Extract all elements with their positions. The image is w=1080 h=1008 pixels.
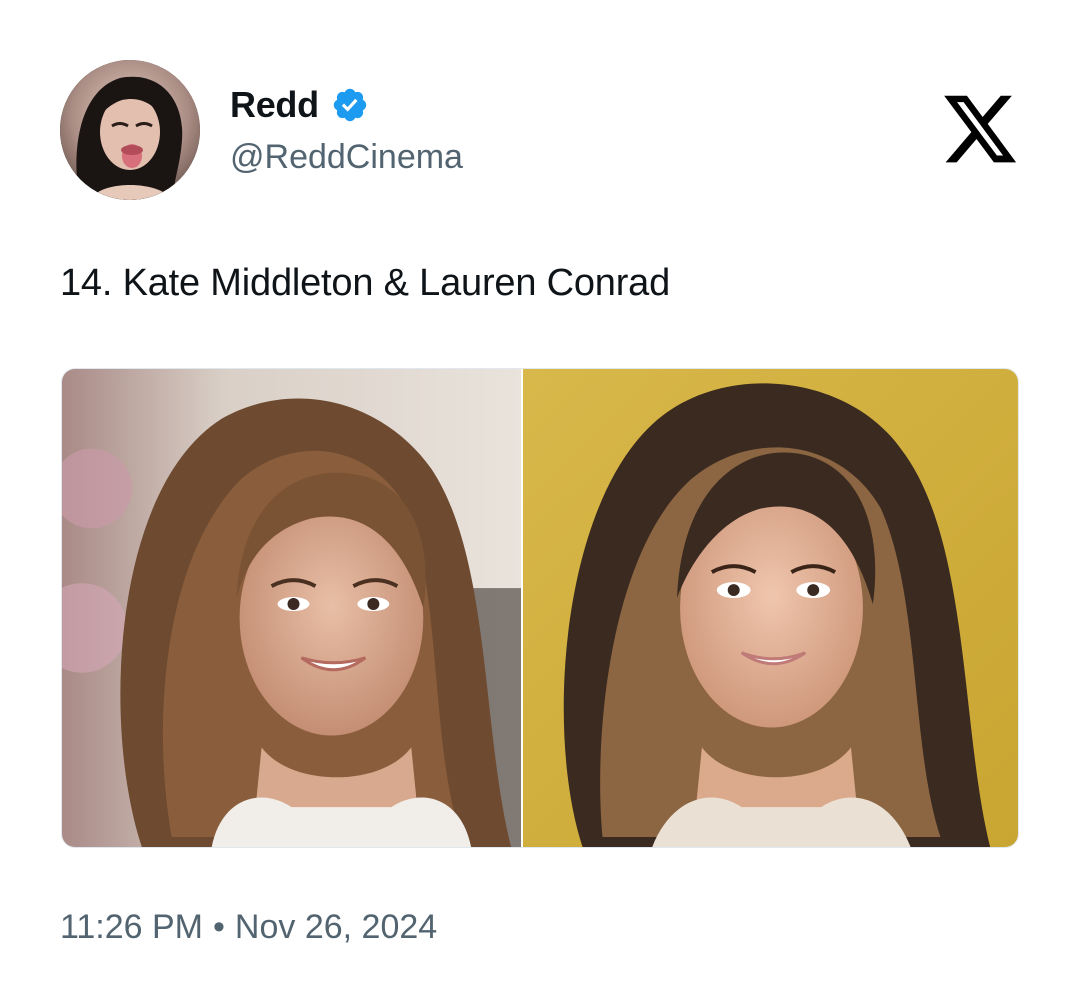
meta-separator: •	[213, 908, 225, 946]
tweet-card: Redd @ReddCinema 14. Kate Middleton & La…	[0, 0, 1080, 1008]
profile-photo-icon	[60, 60, 200, 200]
tweet-text: 14. Kate Middleton & Lauren Conrad	[60, 262, 671, 304]
portrait-photo-icon	[62, 369, 522, 847]
author-display-name[interactable]: Redd	[230, 84, 319, 126]
tweet-date[interactable]: Nov 26, 2024	[235, 908, 437, 947]
author-avatar[interactable]	[60, 60, 200, 200]
portrait-photo-icon	[523, 369, 1018, 847]
author-name-row: Redd	[230, 84, 369, 126]
tweet-time[interactable]: 11:26 PM	[60, 908, 203, 947]
tweet-meta: 11:26 PM • Nov 26, 2024	[60, 908, 437, 947]
verified-badge-icon	[331, 86, 369, 124]
x-logo-icon[interactable]	[940, 88, 1020, 170]
author-handle[interactable]: @ReddCinema	[230, 138, 463, 177]
media-photo-left[interactable]	[62, 369, 522, 847]
media-photo-right[interactable]	[521, 369, 1018, 847]
media-grid	[61, 368, 1019, 848]
